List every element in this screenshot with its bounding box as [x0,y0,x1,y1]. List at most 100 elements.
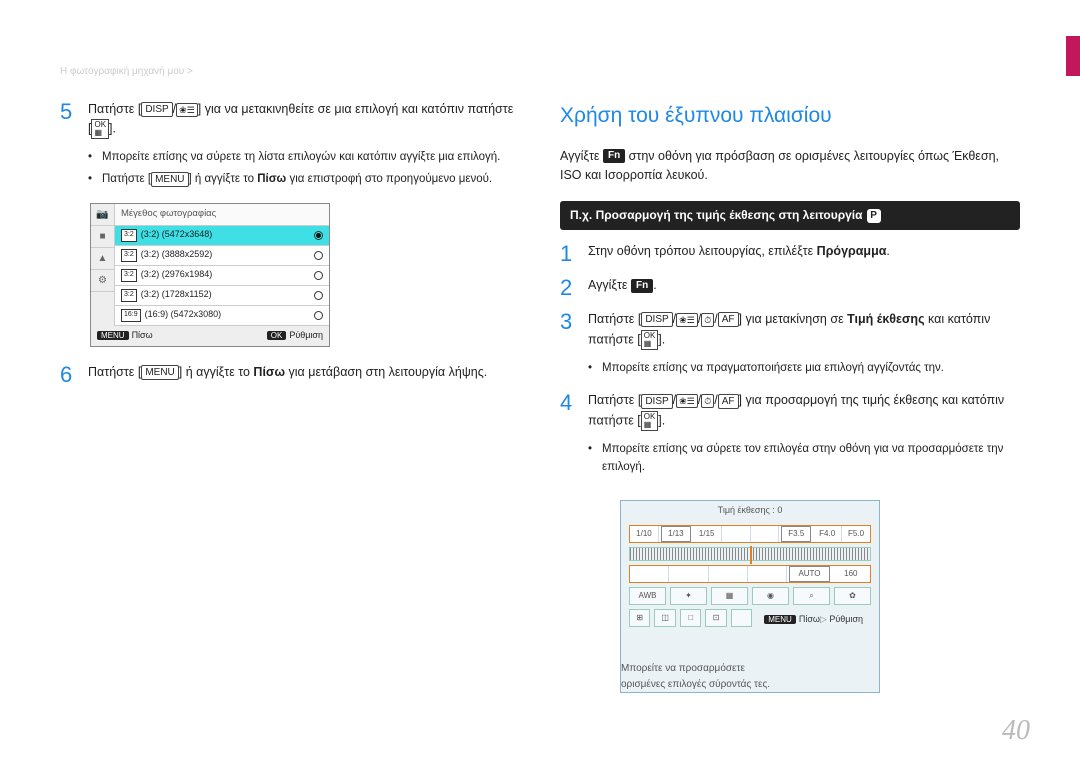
exposure-row-iso[interactable]: AUTO 160 [629,565,871,583]
disp-button-label: DISP [141,102,172,117]
cell [669,566,708,582]
btn[interactable]: ▦ [711,587,748,605]
step-number: 4 [560,391,588,415]
ratio-icon: 3:2 [121,289,137,302]
fn-badge: Fn [603,149,625,163]
text: Πατήστε [ [88,365,141,379]
ratio-icon: 3:2 [121,229,137,242]
btn[interactable]: ✦ [670,587,707,605]
radio-icon [314,291,323,300]
menu-row[interactable]: 3:2 (3:2) (5472x3648) [115,226,329,246]
btn[interactable]: ✿ [834,587,871,605]
btn[interactable] [731,609,752,627]
exposure-footer: MENUΠίσω ▷ Ρύθμιση [756,609,871,631]
exposure-panel-screenshot: Τιμή έκθεσης : 0 1/10 1/13 1/15 F3.5 F4.… [620,500,880,693]
af-button-label: AF [718,312,739,327]
step-number: 2 [560,276,588,300]
resolution-text: (3:2) (1728x1152) [141,288,310,302]
af-button-label: AF [718,394,739,409]
disp-button-label: DISP [641,394,672,409]
cell: F5.0 [842,526,870,542]
step-4: 4 Πατήστε [DISP/❀☰/⏱/AF] για προσαρμογή … [560,391,1020,430]
menu-row[interactable]: 3:2 (3:2) (3888x2592) [115,246,329,266]
ratio-icon: 16:9 [121,309,141,322]
ok-icon: OK▦ [641,411,659,431]
cell: F3.5 [781,526,811,542]
set-label: Ρύθμιση [829,614,863,624]
step-2: 2 Αγγίξτε Fn. [560,276,1020,300]
side-tab [1066,36,1080,76]
fn-badge: Fn [631,279,653,293]
step-number: 5 [60,100,88,124]
text: ]. [109,122,116,136]
bullet: Πατήστε [MENU] ή αγγίξτε το Πίσω για επι… [88,171,520,189]
bullet: Μπορείτε επίσης να σύρετε τη λίστα επιλο… [88,149,520,167]
bullet: Μπορείτε επίσης να σύρετε τον επιλογέα σ… [588,441,1020,477]
macro-icon: ❀☰ [676,394,698,408]
btn[interactable]: ⊡ [705,609,726,627]
timer-icon: ⏱ [701,313,714,327]
step-number: 3 [560,310,588,334]
resolution-text: (16:9) (5472x3080) [145,308,310,322]
set-label: Ρύθμιση [289,330,323,340]
step-6: 6 Πατήστε [MENU] ή αγγίξτε το Πίσω για μ… [60,363,520,387]
btn[interactable]: ◫ [654,609,675,627]
resolution-text: (3:2) (5472x3648) [141,228,310,242]
gear-icon: ⚙ [91,270,114,292]
resolution-text: (3:2) (3888x2592) [141,248,310,262]
cell [709,566,748,582]
exposure-ruler[interactable] [629,547,871,561]
back-label: Πίσω [132,330,153,340]
page-number: 40 [1002,715,1030,747]
bullet: Μπορείτε επίσης να πραγματοποιήσετε μια … [588,360,1020,378]
btn[interactable]: □ [680,609,701,627]
ratio-icon: 3:2 [121,269,137,282]
step-number: 1 [560,242,588,266]
menu-row[interactable]: 3:2 (3:2) (1728x1152) [115,286,329,306]
macro-icon: ❀☰ [176,103,198,117]
example-banner: Π.χ. Προσαρμογή της τιμής έκθεσης στη λε… [560,201,1020,230]
step5-bullets: Μπορείτε επίσης να σύρετε τη λίστα επιλο… [88,149,520,189]
video-icon: ■ [91,226,114,248]
mode-p-icon: P [867,209,881,223]
camera-menu-title: Μέγεθος φωτογραφίας [115,204,329,226]
user-icon: ▲ [91,248,114,270]
step-5: 5 Πατήστε [DISP/❀☰] για να μετακινηθείτε… [60,100,520,139]
btn[interactable]: ◉ [752,587,789,605]
step3-bullets: Μπορείτε επίσης να πραγματοποιήσετε μια … [588,360,1020,378]
step4-bullets: Μπορείτε επίσης να σύρετε τον επιλογέα σ… [588,441,1020,477]
ok-icon: OK▦ [641,330,659,350]
breadcrumb: Η φωτογραφική μηχανή μου > [60,66,193,77]
btn[interactable]: ⌕ [793,587,830,605]
step-1: 1 Στην οθόνη τρόπου λειτουργίας, επιλέξτ… [560,242,1020,266]
callout-text: Μπορείτε να προσαρμόσετε ορισμένες επιλο… [621,661,781,692]
camera-menu-sidebar: 📷 ■ ▲ ⚙ [91,204,115,326]
right-column: Χρήση του έξυπνου πλαισίου Αγγίξτε Fn στ… [560,60,1020,693]
exposure-row-shutter[interactable]: 1/10 1/13 1/15 F3.5 F4.0 F5.0 [629,525,871,543]
camera-icon: 📷 [91,204,114,226]
radio-icon [314,251,323,260]
cell: 160 [832,566,870,582]
menu-row[interactable]: 16:9 (16:9) (5472x3080) [115,306,329,326]
cell: AUTO [789,566,829,582]
text: Πατήστε [ [88,102,141,116]
btn[interactable]: ⊞ [629,609,650,627]
menu-row[interactable]: 3:2 (3:2) (2976x1984) [115,266,329,286]
cell: 1/13 [661,526,691,542]
timer-icon: ⏱ [701,394,714,408]
exposure-btn-row-2: ⊞ ◫ □ ⊡ MENUΠίσω ▷ Ρύθμιση [629,609,871,631]
ok-icon: OK▦ [91,119,109,139]
exposure-title: Τιμή έκθεσης : 0 [621,501,879,521]
menu-button-label: MENU [151,172,188,187]
ratio-icon: 3:2 [121,249,137,262]
camera-menu-screenshot: 📷 ■ ▲ ⚙ Μέγεθος φωτογραφίας 3:2 (3:2) (5… [90,203,330,347]
ok-badge: OK [267,331,287,340]
text: για μετάβαση στη λειτουργία λήψης. [285,365,487,379]
cell [751,526,780,542]
cell [722,526,751,542]
cell: 1/15 [693,526,722,542]
intro-text: Αγγίξτε Fn στην οθόνη για πρόσβαση σε ορ… [560,147,1020,186]
menu-badge: MENU [764,615,796,624]
wb-button[interactable]: AWB [629,587,666,605]
text: ] ή αγγίξτε το [179,365,254,379]
